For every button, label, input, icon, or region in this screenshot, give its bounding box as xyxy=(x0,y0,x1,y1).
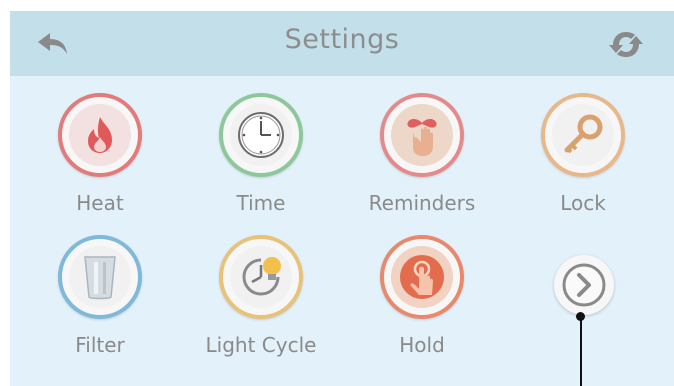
reminder-hand-icon xyxy=(407,119,437,156)
hold-hand-icon xyxy=(400,255,444,299)
clock-icon xyxy=(238,112,284,158)
refresh-button[interactable] xyxy=(608,28,644,60)
reminders-circle xyxy=(380,93,464,177)
heat-label: Heat xyxy=(76,191,124,215)
hold-label: Hold xyxy=(399,333,445,357)
refresh-icon xyxy=(609,32,643,57)
callout-dot xyxy=(576,312,585,321)
lock-label: Lock xyxy=(560,191,606,215)
lock-button[interactable]: Lock xyxy=(518,93,648,223)
light-cycle-button[interactable]: Light Cycle xyxy=(196,235,326,365)
time-circle xyxy=(219,93,303,177)
heat-circle xyxy=(58,93,142,177)
light-cycle-label: Light Cycle xyxy=(205,333,317,357)
time-label: Time xyxy=(236,191,286,215)
heat-button[interactable]: Heat xyxy=(35,93,165,223)
reminders-button[interactable]: Reminders xyxy=(357,93,487,223)
flame-icon xyxy=(88,117,112,153)
hold-button[interactable]: Hold xyxy=(357,235,487,365)
settings-screen: Settings Heat Time Reminders Lock Filter… xyxy=(10,11,674,386)
header-bar: Settings xyxy=(10,11,674,76)
hold-circle xyxy=(380,235,464,319)
light-cycle-circle xyxy=(219,235,303,319)
lock-circle xyxy=(541,93,625,177)
filter-cup-icon xyxy=(84,256,116,300)
next-page-button[interactable] xyxy=(554,255,614,315)
filter-label: Filter xyxy=(75,333,125,357)
time-button[interactable]: Time xyxy=(196,93,326,223)
light-cycle-icon xyxy=(242,257,281,296)
page-title: Settings xyxy=(284,24,400,55)
reminders-label: Reminders xyxy=(368,191,476,215)
filter-circle xyxy=(58,235,142,319)
filter-button[interactable]: Filter xyxy=(35,235,165,365)
callout-line xyxy=(580,316,582,386)
chevron-right-icon xyxy=(562,263,606,307)
key-icon xyxy=(564,114,603,154)
